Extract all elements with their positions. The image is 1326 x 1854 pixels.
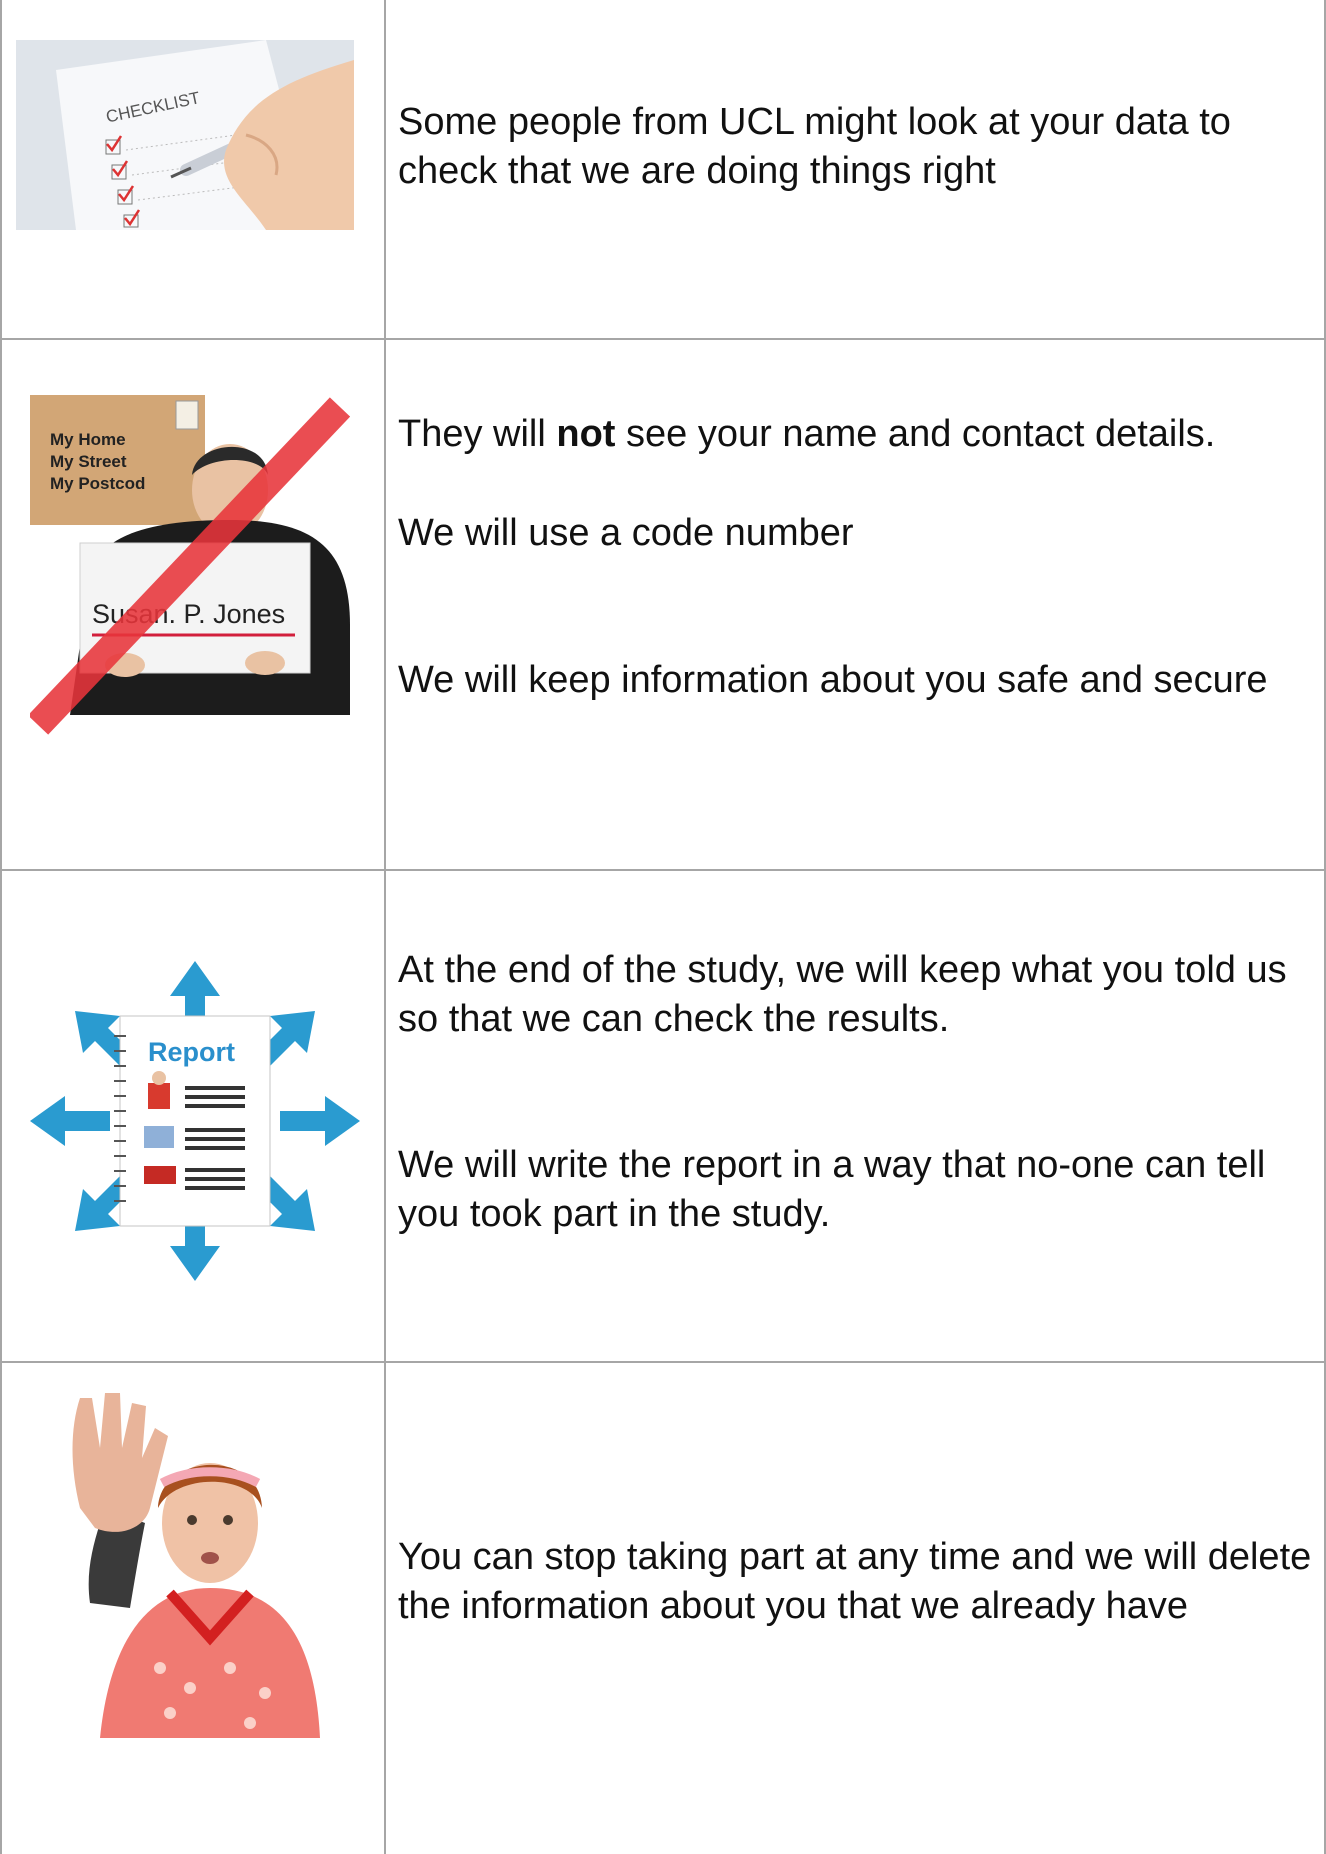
table-row: Report At the end of the study, we will …	[0, 871, 1326, 1361]
report-title: Report	[148, 1037, 235, 1067]
address-line: My Postcod	[50, 474, 145, 493]
image-cell: My Home My Street My Postcod Susan. P. J…	[0, 340, 385, 869]
image-cell	[0, 1363, 385, 1854]
paragraph: Some people from UCL might look at your …	[398, 101, 1231, 192]
paragraph: We will write the report in a way that n…	[398, 1144, 1266, 1235]
image-cell: CHECKLIST	[0, 0, 385, 338]
report-sharing-picture: Report	[30, 961, 360, 1281]
text-cell: At the end of the study, we will keep wh…	[398, 946, 1313, 1239]
text-cell: Some people from UCL might look at your …	[398, 98, 1313, 196]
paragraph-text: They will	[398, 413, 557, 455]
address-line: My Home	[50, 430, 126, 449]
paragraph: You can stop taking part at any time and…	[398, 1536, 1312, 1627]
paragraph: At the end of the study, we will keep wh…	[398, 949, 1287, 1040]
paragraph: We will keep information about you safe …	[398, 659, 1268, 701]
image-cell: Report	[0, 871, 385, 1361]
paragraph: They will not see your name and contact …	[398, 410, 1313, 459]
checklist-picture: CHECKLIST	[16, 40, 354, 230]
text-cell: They will not see your name and contact …	[398, 410, 1313, 705]
table-row: CHECKLIST Some people from UCL might loo…	[0, 0, 1326, 338]
address-line: My Street	[50, 452, 127, 471]
paragraph: We will use a code number	[398, 512, 854, 554]
crossed-out-contact-details-picture: My Home My Street My Postcod Susan. P. J…	[30, 395, 350, 735]
easy-read-table: CHECKLIST Some people from UCL might loo…	[0, 0, 1326, 1854]
text-cell: You can stop taking part at any time and…	[398, 1533, 1313, 1631]
stop-hand-picture	[72, 1393, 320, 1738]
paragraph-text: see your name and contact details.	[615, 413, 1216, 455]
emphasis-text: not	[556, 413, 616, 455]
table-row: My Home My Street My Postcod Susan. P. J…	[0, 340, 1326, 869]
table-row: You can stop taking part at any time and…	[0, 1363, 1326, 1854]
